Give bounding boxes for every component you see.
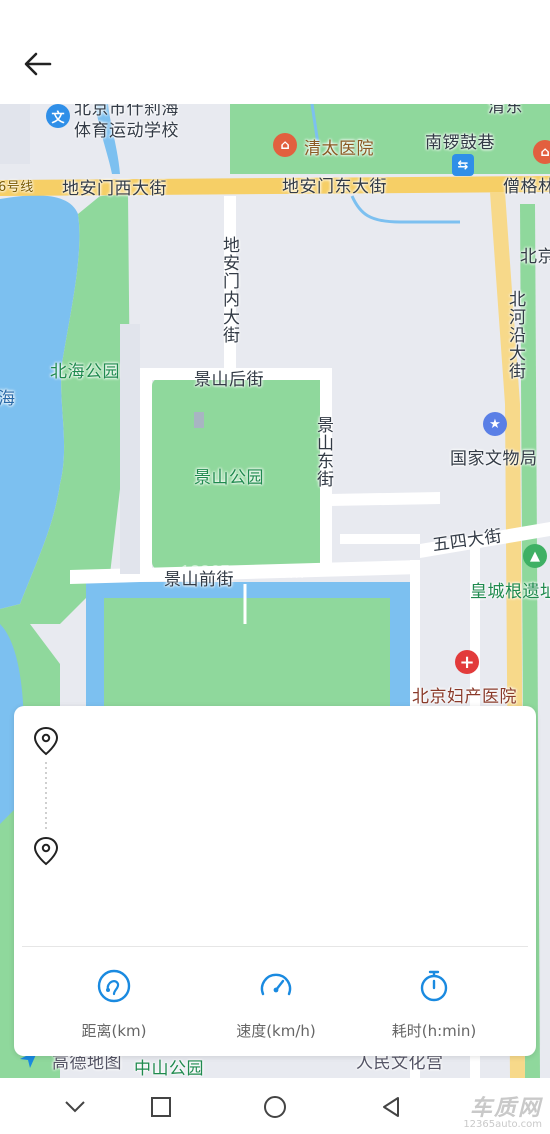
label-dianmen-west: 地安门西大街 <box>62 179 167 199</box>
nav-collapse-button[interactable] <box>60 1092 90 1122</box>
system-nav-bar: 车质网 12365auto.com <box>0 1078 550 1134</box>
museum-poi-icon[interactable]: ★ <box>483 412 507 436</box>
speed-label: 速度(km/h) <box>236 1022 316 1040</box>
label-qing: 清东 <box>488 104 523 117</box>
label-huangcheng: 皇城根遗址 <box>470 582 550 602</box>
label-sengge: 僧格林 <box>503 177 550 197</box>
label-jingshan-front: 景山前街 <box>164 570 234 590</box>
medical-poi-icon[interactable]: + <box>455 650 479 674</box>
circle-icon <box>264 1096 286 1118</box>
label-beijing: 北京 <box>520 247 550 267</box>
card-divider <box>22 946 528 947</box>
stopwatch-icon <box>420 970 448 1002</box>
park-poi-icon[interactable]: ▲ <box>523 544 547 568</box>
label-beihai-park: 北海公园 <box>50 362 120 382</box>
label-hospital: 清太医院 <box>304 139 374 159</box>
nav-home-button[interactable] <box>260 1092 290 1122</box>
label-jingshan-park: 景山公园 <box>194 468 264 488</box>
nav-back-button[interactable] <box>376 1092 406 1122</box>
square-icon <box>151 1097 171 1117</box>
back-button[interactable] <box>18 46 58 82</box>
label-dianmen-east: 地安门东大街 <box>282 177 387 197</box>
label-beiheyan: 北河沿大街 <box>505 290 525 380</box>
school-poi-icon[interactable]: 文 <box>46 104 70 128</box>
label-zhongshan-park: 中山公园 <box>134 1059 204 1078</box>
route-indicator <box>33 726 59 866</box>
label-hai: 海 <box>0 389 16 409</box>
speedometer-icon <box>260 973 292 996</box>
distance-label: 距离(km) <box>81 1022 147 1040</box>
watermark-brand: 车质网 <box>469 1096 542 1121</box>
back-arrow-icon <box>24 52 52 76</box>
speed-stat: 速度(km/h) <box>206 968 346 1041</box>
screen: 12365auto.com 文 ⌂ ⇆ ⌂ ★ ▲ + 北京市什刹海 体育运动学… <box>0 0 550 1134</box>
label-dianmen-inner: 地安门内大街 <box>219 236 239 344</box>
label-school: 北京市什刹海 体育运动学校 <box>74 104 179 141</box>
nav-recents-button[interactable] <box>146 1092 176 1122</box>
triangle-back-icon <box>383 1097 399 1117</box>
label-fuchan: 北京妇产医院 <box>412 687 517 707</box>
distance-stat: 距离(km) <box>44 968 184 1041</box>
label-jingshan-back: 景山后街 <box>194 370 264 390</box>
top-bar <box>0 0 550 104</box>
label-jingshan-east: 景山东街 <box>313 416 333 488</box>
end-pin-icon <box>33 836 59 866</box>
watermark-site: 12365auto.com <box>463 1119 542 1130</box>
hospital-poi-icon[interactable]: ⌂ <box>273 133 297 157</box>
start-pin-icon <box>33 726 59 756</box>
site-watermark: 车质网 12365auto.com <box>463 1090 542 1130</box>
label-nanluoguxiang: 南锣鼓巷 <box>425 133 495 153</box>
time-stat: 耗时(h:min) <box>364 968 504 1041</box>
trip-info-card: 距离(km) 速度(km/h) 耗时(h:min) <box>14 706 536 1056</box>
label-museum: 国家文物局 <box>450 449 538 469</box>
hospital-poi-icon-right[interactable]: ⌂ <box>533 140 550 164</box>
label-line-6: 6号线 <box>0 180 34 195</box>
time-label: 耗时(h:min) <box>391 1022 477 1040</box>
subway-poi-icon[interactable]: ⇆ <box>452 154 474 176</box>
distance-icon <box>97 969 131 1003</box>
chevron-down-icon <box>65 1101 85 1113</box>
